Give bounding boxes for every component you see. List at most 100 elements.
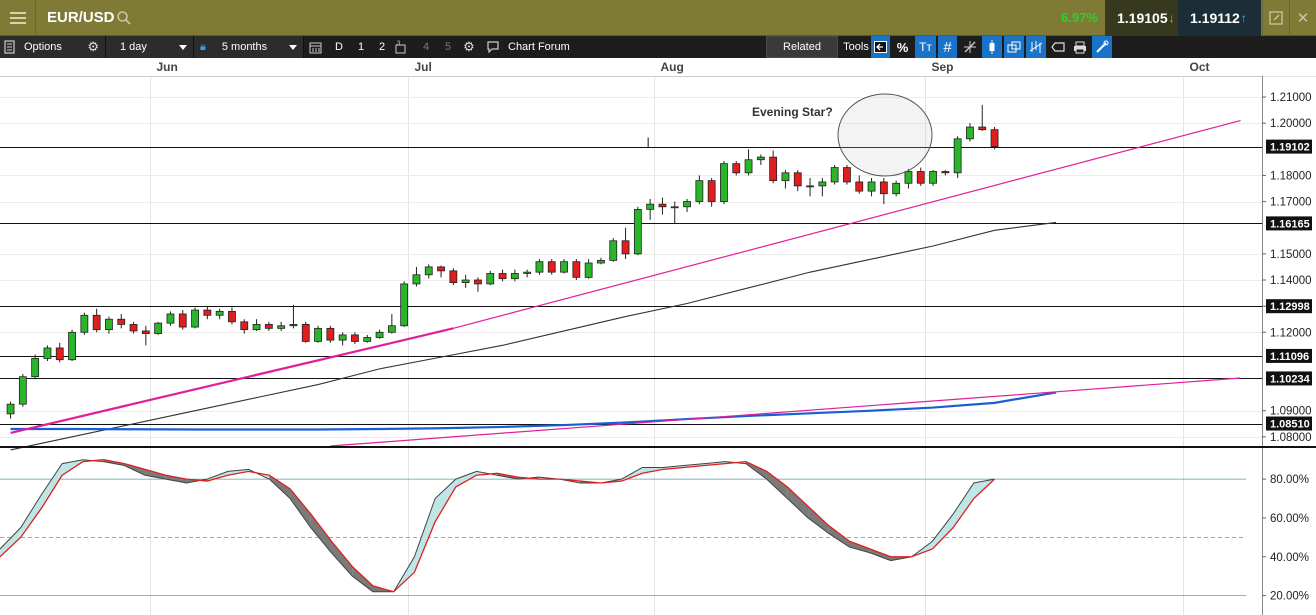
candle-body xyxy=(695,180,704,202)
price-tick-label: 1.15000 xyxy=(1270,249,1312,261)
chart-forum-label: Chart Forum xyxy=(508,41,570,53)
buy-price-button[interactable]: 1.19112 ↑ xyxy=(1178,0,1261,36)
annotation-label: Evening Star? xyxy=(752,105,833,119)
month-label: Jun xyxy=(157,60,178,74)
candle-type-icon[interactable] xyxy=(982,36,1002,58)
candle-body xyxy=(830,167,839,183)
collapse-tools-icon[interactable] xyxy=(871,36,890,58)
trend-line xyxy=(10,327,454,434)
moving-averages xyxy=(10,221,1057,451)
candle-body xyxy=(990,129,999,148)
candle-body xyxy=(510,273,519,280)
search-icon[interactable] xyxy=(116,10,132,26)
candle-body xyxy=(80,314,89,333)
instrument-symbol[interactable]: EUR/USD xyxy=(47,9,115,26)
candle-body xyxy=(412,274,421,285)
chart-forum-button[interactable]: Chart Forum xyxy=(482,36,580,58)
candle-body xyxy=(670,206,679,209)
options-button[interactable]: Options ⚙ xyxy=(0,36,106,58)
stoch-fill xyxy=(331,541,353,577)
print-icon[interactable] xyxy=(1070,36,1090,58)
sell-price-button[interactable]: 1.19105 ↓ xyxy=(1105,0,1178,36)
candle-body xyxy=(43,347,52,359)
candle-body xyxy=(781,172,790,182)
candle-body xyxy=(449,270,458,284)
chart-area[interactable]: Jun Jul Aug Sep Oct Evening Star? 1.08000 1.0… xyxy=(0,58,1316,615)
stoch-fill xyxy=(310,514,332,553)
candle-body xyxy=(240,321,249,331)
candle-body xyxy=(572,261,581,278)
timeframe-3-icon[interactable]: 3 xyxy=(394,36,408,58)
buy-price: 1.19112 xyxy=(1190,10,1240,26)
candle-body xyxy=(437,266,445,272)
candle-body xyxy=(314,327,322,342)
related-button[interactable]: Related xyxy=(766,36,838,58)
down-arrow-icon: ↓ xyxy=(1168,11,1175,25)
candle-body xyxy=(264,324,273,329)
candle-body xyxy=(621,240,630,255)
calendar-icon[interactable] xyxy=(306,36,324,58)
chat-bubble-icon xyxy=(487,41,499,53)
stoch-fill xyxy=(0,527,21,557)
stoch-fill xyxy=(290,488,311,528)
candle-body xyxy=(756,156,765,161)
close-icon[interactable]: ✕ xyxy=(1289,0,1316,36)
interval-value: 1 day xyxy=(120,41,147,53)
candle-body xyxy=(769,156,778,182)
indicators-icon[interactable] xyxy=(1026,36,1046,58)
trend-lines xyxy=(10,119,1241,447)
candle-body xyxy=(301,324,310,342)
text-tool-icon[interactable]: Tт xyxy=(915,36,936,58)
stoch-tick-label: 20.00% xyxy=(1270,591,1309,603)
candle-body xyxy=(387,325,396,333)
candle-body xyxy=(707,180,716,202)
tools-config-icon[interactable] xyxy=(1092,36,1112,58)
candle-body xyxy=(818,181,827,187)
candle-body xyxy=(867,181,876,192)
month-labels: Jun Jul Aug Sep Oct xyxy=(0,58,1316,77)
horizontal-levels xyxy=(0,137,1316,425)
candle-body xyxy=(843,167,851,183)
crosshair-grid-icon[interactable]: # xyxy=(938,36,957,58)
price-tick-label: 1.20000 xyxy=(1270,118,1312,130)
compare-icon[interactable] xyxy=(1004,36,1024,58)
price-level-label: 1.12998 xyxy=(1270,301,1310,313)
lock-icon[interactable]: 🔒︎ xyxy=(200,41,206,54)
candle-body xyxy=(535,261,544,273)
svg-text:3: 3 xyxy=(397,41,401,47)
settings-gear-icon[interactable]: ⚙ xyxy=(87,39,99,55)
evening-star-highlight xyxy=(837,93,933,177)
stoch-tick-label: 60.00% xyxy=(1270,513,1309,525)
candle-body xyxy=(584,262,593,278)
drawing-tool-icon[interactable] xyxy=(959,36,980,58)
candle-body xyxy=(351,334,359,342)
month-label: Sep xyxy=(932,60,954,74)
candle-body xyxy=(31,358,40,378)
candle-body xyxy=(277,325,286,329)
candle-body xyxy=(916,171,925,184)
price-level-label: 1.19102 xyxy=(1270,142,1310,154)
candle-body xyxy=(178,313,187,328)
candle-body xyxy=(166,313,175,324)
percent-scale-icon[interactable]: % xyxy=(893,36,912,58)
candle-body xyxy=(966,126,974,140)
timeframe-1-button[interactable]: 1 xyxy=(354,36,368,58)
candle-body xyxy=(18,376,27,405)
price-chart[interactable]: Jun Jul Aug Sep Oct Evening Star? 1.080001.0… xyxy=(0,58,1316,615)
candle-body xyxy=(892,182,901,195)
period-select[interactable]: 🔒︎ 5 months xyxy=(194,36,304,58)
candle-body xyxy=(141,330,150,334)
price-level-label: 1.08510 xyxy=(1270,419,1310,431)
timeframe-4-button[interactable]: 4 xyxy=(419,36,433,58)
chart-settings-gear-icon[interactable]: ⚙ xyxy=(462,36,476,58)
price-tick-label: 1.09000 xyxy=(1270,406,1312,418)
interval-select[interactable]: 1 day xyxy=(106,36,194,58)
eraser-icon[interactable] xyxy=(1048,36,1068,58)
timeframe-5-button[interactable]: 5 xyxy=(441,36,455,58)
menu-icon[interactable] xyxy=(0,0,36,36)
timeframe-d-button[interactable]: D xyxy=(332,36,346,58)
popout-icon[interactable] xyxy=(1262,0,1289,36)
candle-body xyxy=(953,138,962,174)
timeframe-2-button[interactable]: 2 xyxy=(375,36,389,58)
price-level-label: 1.10234 xyxy=(1270,373,1311,385)
